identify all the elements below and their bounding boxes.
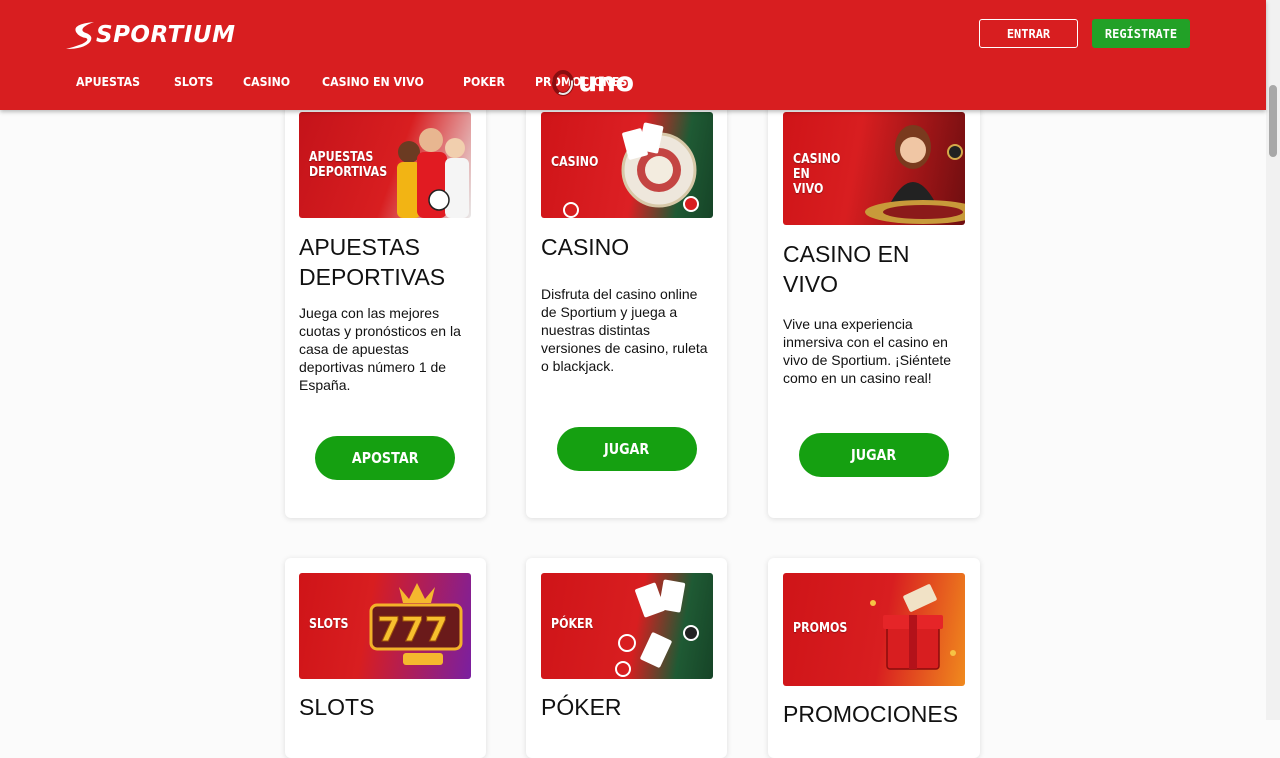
nav-item-apuestas[interactable]: APUESTAS [76, 74, 140, 89]
live-casino-image[interactable]: CASINO EN VIVO [783, 112, 965, 225]
svg-text:777: 777 [377, 610, 448, 650]
apostar-button[interactable]: APOSTAR [315, 436, 455, 480]
casino-image[interactable]: CASINO [541, 112, 713, 218]
register-button[interactable]: REGÍSTRATE [1092, 19, 1190, 48]
card-casino: CASINO CASINO Disfruta del casino online… [526, 96, 727, 518]
image-label: PÓKER [551, 617, 594, 632]
card-title: APUESTAS DEPORTIVAS [299, 234, 446, 290]
image-label: SLOTS [309, 617, 349, 632]
card-title: PROMOCIONES [783, 701, 959, 727]
card-description: Vive una experiencia inmersiva con el ca… [783, 316, 952, 386]
auth-buttons: ENTRAR REGÍSTRATE [979, 19, 1190, 48]
uno-wordmark: uno [578, 67, 634, 98]
uno-ring-icon [552, 69, 574, 96]
uno-partner-logo[interactable]: uno [551, 67, 634, 98]
sports-betting-image[interactable]: APUESTAS DEPORTIVAS [299, 112, 471, 218]
card-title: CASINO [541, 234, 630, 260]
card-promociones: PROMOS PROMOCIONES [768, 558, 980, 758]
card-slots: 777 SLOTS SLOTS [285, 558, 486, 758]
card-description: Juega con las mejores cuotas y pronóstic… [299, 305, 461, 393]
promos-image[interactable]: PROMOS [783, 573, 965, 686]
slots-image[interactable]: 777 SLOTS [299, 573, 471, 679]
image-label: CASINO EN VIVO [793, 152, 841, 197]
scrollbar-thumb[interactable] [1269, 85, 1277, 157]
card-casino-en-vivo: CASINO EN VIVO CASINO EN VIVO Vive una e… [768, 96, 980, 518]
card-title: PÓKER [541, 694, 622, 720]
brand-name: SPORTIUM [96, 22, 236, 48]
image-label: APUESTAS DEPORTIVAS [309, 150, 388, 180]
card-apuestas-deportivas: APUESTAS DEPORTIVAS APUESTAS DEPORTIVAS … [285, 96, 486, 518]
page-scrollbar[interactable] [1266, 0, 1280, 720]
site-header: SPORTIUM ENTRAR REGÍSTRATE APUESTAS SLOT… [0, 0, 1266, 110]
image-label: CASINO [551, 155, 599, 170]
jugar-button[interactable]: JUGAR [557, 427, 697, 471]
nav-item-slots[interactable]: SLOTS [174, 74, 213, 89]
nav-item-casino[interactable]: CASINO [243, 74, 290, 89]
sportium-s-icon [66, 22, 94, 49]
login-button[interactable]: ENTRAR [979, 19, 1078, 48]
image-label: PROMOS [793, 621, 848, 636]
nav-item-casino-en-vivo[interactable]: CASINO EN VIVO [322, 74, 424, 89]
jugar-button[interactable]: JUGAR [799, 433, 949, 477]
card-title: SLOTS [299, 694, 375, 720]
nav-item-poker[interactable]: POKER [463, 74, 505, 89]
sportium-logo[interactable]: SPORTIUM [64, 18, 235, 52]
poker-image[interactable]: PÓKER [541, 573, 713, 679]
card-title: CASINO EN VIVO [783, 241, 910, 297]
card-poker: PÓKER PÓKER [526, 558, 727, 758]
card-description: Disfruta del casino online de Sportium y… [541, 286, 708, 374]
